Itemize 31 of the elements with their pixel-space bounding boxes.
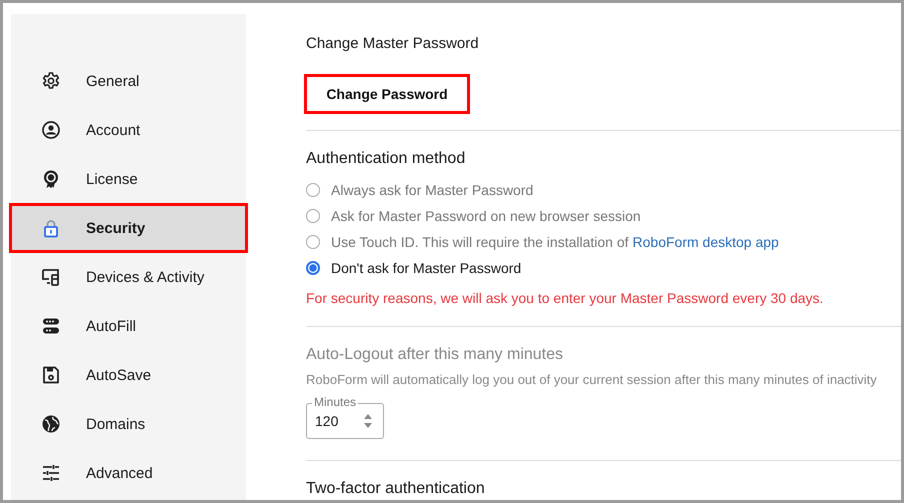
sidebar-item[interactable]: Account <box>11 107 246 153</box>
user-icon <box>41 120 61 140</box>
option-label: Ask for Master Password on new browser session <box>331 208 641 224</box>
sidebar-item[interactable]: Domains <box>11 401 246 447</box>
sidebar-item[interactable]: AutoFill <box>11 303 246 349</box>
sliders-icon <box>41 463 61 483</box>
devices-icon <box>41 267 61 287</box>
toggles-icon <box>41 316 61 336</box>
sidebar-item[interactable]: Advanced <box>11 450 246 496</box>
section-title: Auto-Logout after this many minutes <box>306 345 564 365</box>
sidebar-item[interactable]: AutoSave <box>11 352 246 398</box>
globe-icon <box>41 414 61 434</box>
stepper-icon[interactable] <box>363 412 373 430</box>
option-label: Use Touch ID. This will require the installation of RoboForm desktop app <box>331 234 779 250</box>
save-icon <box>41 365 61 385</box>
radio-button[interactable] <box>306 261 320 275</box>
section-title: Authentication method <box>306 149 466 169</box>
section-title: Change Master Password <box>306 34 479 54</box>
option-label: Always ask for Master Password <box>331 182 534 198</box>
change-password-button[interactable]: Change Password <box>306 76 468 112</box>
sidebar-item[interactable]: Devices & Activity <box>11 254 246 300</box>
lock-icon <box>41 218 61 238</box>
option-label: Don't ask for Master Password <box>331 260 522 276</box>
gear-icon <box>41 71 61 91</box>
sidebar-item[interactable]: License <box>11 156 246 202</box>
section-title: Two-factor authentication <box>306 479 485 499</box>
sidebar-item[interactable]: General <box>11 58 246 104</box>
badge-icon <box>41 169 61 189</box>
warning-text: For security reasons, we will ask you to enter your Master Password every 30 days. <box>306 290 824 306</box>
sidebar-item[interactable]: Security <box>11 205 246 251</box>
description-text: RoboForm will automatically log you out of your current session after this many minutes of inactivity <box>306 372 877 387</box>
